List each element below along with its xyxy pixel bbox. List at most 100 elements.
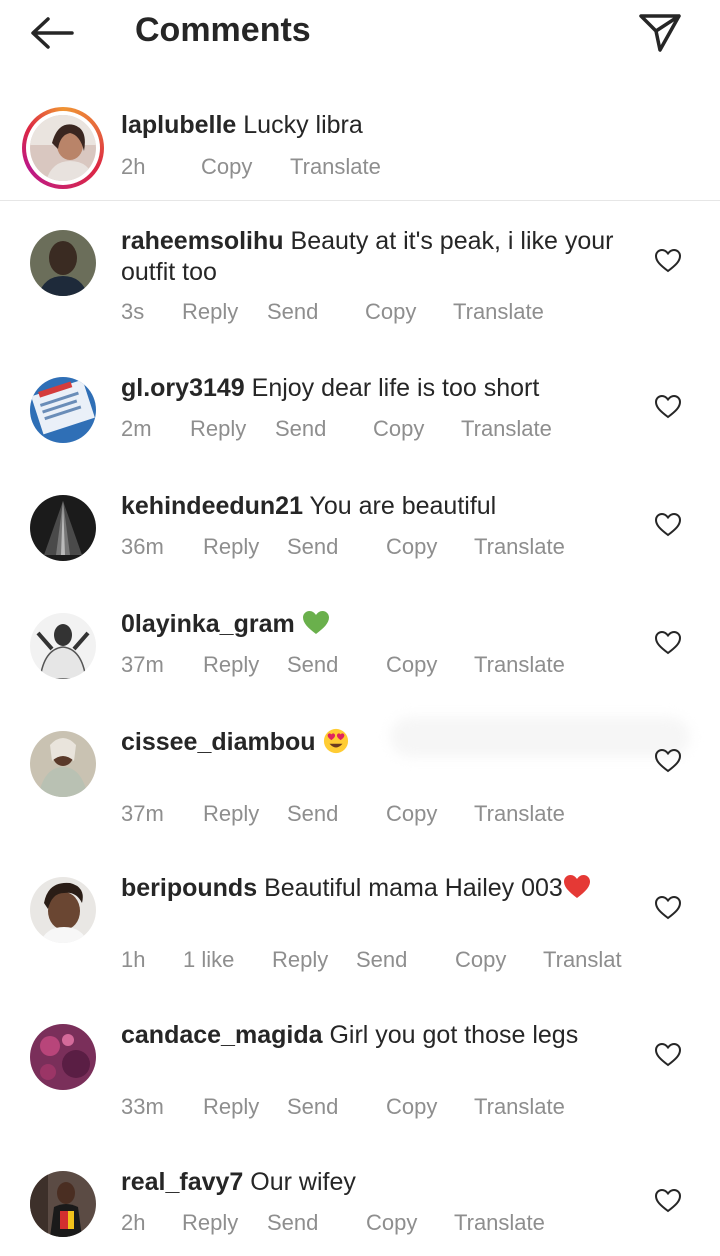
list-item: cissee_diambou 37m Reply Send Copy Trans… bbox=[0, 717, 720, 837]
comment-body: Beautiful mama Hailey 003 bbox=[264, 874, 563, 902]
translate-button[interactable]: Translate bbox=[474, 801, 565, 827]
avatar[interactable] bbox=[30, 877, 96, 943]
list-item: kehindeedun21 You are beautiful 36m Repl… bbox=[0, 491, 720, 581]
comment-time: 37m bbox=[121, 652, 164, 677]
copy-button[interactable]: Copy bbox=[386, 801, 437, 827]
copy-button[interactable]: Copy bbox=[386, 652, 437, 678]
translate-button[interactable]: Translate bbox=[474, 534, 565, 560]
caption-time: 2h bbox=[121, 154, 146, 179]
top-bar: Comments bbox=[0, 0, 720, 66]
avatar[interactable] bbox=[30, 230, 96, 296]
comment-time: 2h bbox=[121, 1210, 146, 1235]
comment-time: 33m bbox=[121, 1094, 164, 1119]
comment-username[interactable]: gl.ory3149 bbox=[121, 374, 245, 402]
send-button[interactable]: Send bbox=[287, 1094, 338, 1120]
avatar[interactable] bbox=[30, 731, 96, 797]
comment-body: Girl you got those legs bbox=[329, 1021, 579, 1049]
copy-button[interactable]: Copy bbox=[386, 534, 437, 560]
comment-username[interactable]: cissee_diambou bbox=[121, 728, 316, 756]
list-item: real_favy7 Our wifey 2h Reply Send Copy … bbox=[0, 1167, 720, 1256]
heart-eyes-emoji-icon bbox=[324, 728, 349, 754]
reply-button[interactable]: Reply bbox=[182, 299, 238, 325]
comment-username[interactable]: real_favy7 bbox=[121, 1168, 243, 1196]
comment-text: raheemsolihu Beauty at it's peak, i like… bbox=[121, 226, 631, 288]
avatar[interactable] bbox=[30, 377, 96, 443]
comment-time: 36m bbox=[121, 534, 164, 559]
translate-button[interactable]: Translate bbox=[453, 299, 544, 325]
reply-button[interactable]: Reply bbox=[203, 534, 259, 560]
redaction-smudge bbox=[390, 717, 690, 757]
comment-text: kehindeedun21 You are beautiful bbox=[121, 491, 631, 522]
avatar[interactable] bbox=[30, 613, 96, 679]
post-caption: laplubelle Lucky libra 2h Copy Translate bbox=[0, 100, 720, 201]
comment-time: 2m bbox=[121, 416, 152, 441]
translate-button[interactable]: Translate bbox=[461, 416, 552, 442]
send-button[interactable]: Send bbox=[267, 1210, 318, 1236]
like-heart-icon[interactable] bbox=[654, 394, 682, 420]
caption-translate-button[interactable]: Translate bbox=[290, 154, 381, 180]
comment-time: 3s bbox=[121, 299, 145, 324]
send-button[interactable]: Send bbox=[275, 416, 326, 442]
comment-body: You are beautiful bbox=[309, 492, 497, 520]
send-button[interactable]: Send bbox=[356, 947, 407, 973]
page-title: Comments bbox=[135, 11, 311, 49]
like-heart-icon[interactable] bbox=[654, 248, 682, 274]
reply-button[interactable]: Reply bbox=[203, 652, 259, 678]
like-heart-icon[interactable] bbox=[654, 1042, 682, 1068]
list-item: beripounds Beautiful mama Hailey 003 1h … bbox=[0, 873, 720, 983]
comment-text: 0layinka_gram bbox=[121, 609, 631, 640]
like-heart-icon[interactable] bbox=[654, 748, 682, 774]
comment-username[interactable]: candace_magida bbox=[121, 1021, 323, 1049]
list-item: gl.ory3149 Enjoy dear life is too short … bbox=[0, 373, 720, 463]
translate-button[interactable]: Translat bbox=[543, 947, 622, 973]
comment-text: beripounds Beautiful mama Hailey 003 bbox=[121, 873, 631, 904]
reply-button[interactable]: Reply bbox=[203, 801, 259, 827]
list-item: 0layinka_gram 37m Reply Send Copy Transl… bbox=[0, 609, 720, 699]
avatar bbox=[30, 115, 96, 181]
copy-button[interactable]: Copy bbox=[373, 416, 424, 442]
caption-username[interactable]: laplubelle bbox=[121, 111, 236, 139]
send-button[interactable]: Send bbox=[267, 299, 318, 325]
comment-username[interactable]: raheemsolihu bbox=[121, 227, 284, 255]
copy-button[interactable]: Copy bbox=[365, 299, 416, 325]
copy-button[interactable]: Copy bbox=[455, 947, 506, 973]
like-heart-icon[interactable] bbox=[654, 512, 682, 538]
send-button[interactable]: Send bbox=[287, 534, 338, 560]
caption-copy-button[interactable]: Copy bbox=[201, 154, 252, 180]
reply-button[interactable]: Reply bbox=[182, 1210, 238, 1236]
reply-button[interactable]: Reply bbox=[190, 416, 246, 442]
story-ring[interactable] bbox=[22, 107, 104, 189]
reply-button[interactable]: Reply bbox=[272, 947, 328, 973]
comment-time: 37m bbox=[121, 801, 164, 826]
like-heart-icon[interactable] bbox=[654, 895, 682, 921]
translate-button[interactable]: Translate bbox=[454, 1210, 545, 1236]
comment-username[interactable]: kehindeedun21 bbox=[121, 492, 303, 520]
reply-button[interactable]: Reply bbox=[203, 1094, 259, 1120]
comment-username[interactable]: 0layinka_gram bbox=[121, 610, 295, 638]
caption-text: laplubelle Lucky libra bbox=[121, 110, 631, 141]
like-heart-icon[interactable] bbox=[654, 630, 682, 656]
copy-button[interactable]: Copy bbox=[386, 1094, 437, 1120]
comment-username[interactable]: beripounds bbox=[121, 874, 257, 902]
translate-button[interactable]: Translate bbox=[474, 652, 565, 678]
avatar[interactable] bbox=[30, 495, 96, 561]
avatar[interactable] bbox=[30, 1171, 96, 1237]
green-heart-icon bbox=[302, 611, 329, 634]
send-button[interactable]: Send bbox=[287, 652, 338, 678]
send-button[interactable]: Send bbox=[287, 801, 338, 827]
comment-body: Enjoy dear life is too short bbox=[251, 374, 540, 402]
red-heart-icon bbox=[563, 875, 590, 898]
translate-button[interactable]: Translate bbox=[474, 1094, 565, 1120]
copy-button[interactable]: Copy bbox=[366, 1210, 417, 1236]
back-arrow-icon[interactable] bbox=[28, 14, 76, 52]
like-heart-icon[interactable] bbox=[654, 1188, 682, 1214]
comment-text: real_favy7 Our wifey bbox=[121, 1167, 631, 1198]
list-item: raheemsolihu Beauty at it's peak, i like… bbox=[0, 226, 720, 346]
caption-body: Lucky libra bbox=[243, 111, 363, 139]
comment-time: 1h bbox=[121, 947, 146, 972]
avatar[interactable] bbox=[30, 1024, 96, 1090]
direct-send-icon[interactable] bbox=[636, 10, 684, 54]
likes-count[interactable]: 1 like bbox=[183, 947, 234, 973]
list-item: candace_magida Girl you got those legs 3… bbox=[0, 1020, 720, 1130]
comment-text: gl.ory3149 Enjoy dear life is too short bbox=[121, 373, 631, 404]
